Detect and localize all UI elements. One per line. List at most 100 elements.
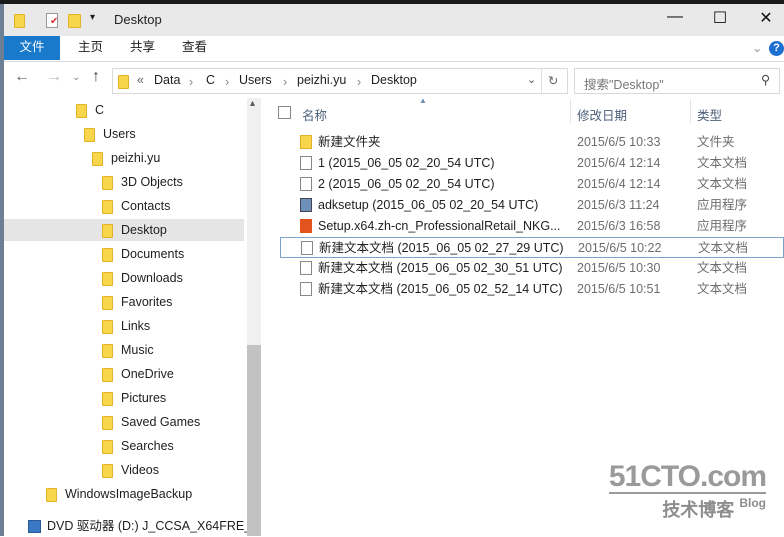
address-row: ← → ⌄ ↑ « Data › C › Users › peizhi.yu ›… xyxy=(4,62,784,96)
file-row[interactable]: 1 (2015_06_05 02_20_54 UTC) 2015/6/4 12:1… xyxy=(280,153,784,174)
file-date: 2015/6/5 10:51 xyxy=(577,282,661,296)
breadcrumb-desktop[interactable]: Desktop xyxy=(371,73,417,87)
file-date: 2015/6/5 10:22 xyxy=(578,241,662,255)
nav-item-users[interactable]: Users xyxy=(84,123,136,145)
title-bar: ✔ ▾ Desktop — ☐ ✕ xyxy=(4,4,784,36)
sort-ascending-icon: ▲ xyxy=(419,96,427,105)
folder-icon xyxy=(118,74,129,89)
tab-view[interactable]: 查看 xyxy=(168,36,221,60)
tab-file[interactable]: 文件 xyxy=(4,36,60,60)
nav-item-videos[interactable]: Videos xyxy=(102,459,159,481)
file-name: 新建文本文档 (2015_06_05 02_52_14 UTC) xyxy=(318,282,563,296)
file-row[interactable]: Setup.x64.zh-cn_ProfessionalRetail_NKG..… xyxy=(280,216,784,237)
file-name: 新建文件夹 xyxy=(318,135,381,149)
minimize-button[interactable]: — xyxy=(655,8,695,32)
file-type: 应用程序 xyxy=(697,198,748,212)
properties-icon[interactable]: ✔ xyxy=(46,13,58,28)
column-header-name[interactable]: 名称 xyxy=(302,105,327,124)
file-date: 2015/6/5 10:33 xyxy=(577,135,661,149)
tab-home[interactable]: 主页 xyxy=(64,36,117,60)
nav-item-links[interactable]: Links xyxy=(102,315,150,337)
search-icon[interactable]: ⚲ xyxy=(761,72,770,87)
doc-icon xyxy=(300,177,312,191)
file-type: 文本文档 xyxy=(697,261,748,275)
breadcrumb-peizhi[interactable]: peizhi.yu xyxy=(297,73,346,87)
nav-item-pictures[interactable]: Pictures xyxy=(102,387,166,409)
nav-item-c[interactable]: C xyxy=(76,99,104,121)
nav-item-documents[interactable]: Documents xyxy=(102,243,184,265)
navigation-pane: C Users peizhi.yu 3D Objects Contacts De… xyxy=(4,98,259,536)
close-button[interactable]: ✕ xyxy=(746,8,784,32)
doc-icon xyxy=(300,282,312,296)
recent-locations-icon[interactable]: ⌄ xyxy=(72,72,80,83)
back-button[interactable]: ← xyxy=(14,68,30,86)
file-type: 文本文档 xyxy=(697,282,748,296)
breadcrumb-overflow[interactable]: « xyxy=(137,73,144,87)
file-type: 文本文档 xyxy=(697,156,748,170)
doc-icon xyxy=(300,261,312,275)
nav-item-favorites[interactable]: Favorites xyxy=(102,291,172,313)
customize-dropdown-icon[interactable]: ▾ xyxy=(90,12,95,23)
nav-item-3d-objects[interactable]: 3D Objects xyxy=(102,171,183,193)
nav-scrollbar-thumb[interactable] xyxy=(247,345,261,536)
file-type: 文本文档 xyxy=(698,241,749,255)
tab-share[interactable]: 共享 xyxy=(116,36,169,60)
file-date: 2015/6/4 12:14 xyxy=(577,177,661,191)
refresh-icon[interactable]: ↻ xyxy=(548,73,558,88)
nav-item-onedrive[interactable]: OneDrive xyxy=(102,363,174,385)
doc-icon xyxy=(301,241,313,255)
file-row[interactable]: adksetup (2015_06_05 02_20_54 UTC) 2015/6… xyxy=(280,195,784,216)
up-button[interactable]: ↑ xyxy=(92,68,100,86)
breadcrumb-c[interactable]: C xyxy=(206,73,215,87)
file-row[interactable]: 新建文本文档 (2015_06_05 02_27_29 UTC) 2015/6/5… xyxy=(280,237,784,258)
file-row[interactable]: 新建文本文档 (2015_06_05 02_52_14 UTC) 2015/6/5… xyxy=(280,279,784,300)
select-all-checkbox[interactable] xyxy=(278,106,291,119)
file-row[interactable]: 新建文件夹 2015/6/5 10:33 文件夹 xyxy=(280,132,784,153)
file-name: 1 (2015_06_05 02_20_54 UTC) xyxy=(318,156,495,170)
nav-item-downloads[interactable]: Downloads xyxy=(102,267,183,289)
breadcrumb-users[interactable]: Users xyxy=(239,73,272,87)
nav-item-contacts[interactable]: Contacts xyxy=(102,195,170,217)
maximize-button[interactable]: ☐ xyxy=(700,8,740,32)
address-dropdown-icon[interactable]: ⌄ xyxy=(527,73,536,86)
breadcrumb-data[interactable]: Data xyxy=(154,73,180,87)
scroll-up-icon[interactable]: ▴ xyxy=(250,98,255,109)
file-name: 新建文本文档 (2015_06_05 02_27_29 UTC) xyxy=(319,241,564,255)
column-header-type[interactable]: 类型 xyxy=(697,105,722,124)
nav-item-peizhi[interactable]: peizhi.yu xyxy=(92,147,160,169)
file-name: Setup.x64.zh-cn_ProfessionalRetail_NKG..… xyxy=(318,219,561,233)
doc-icon xyxy=(300,156,312,170)
file-name: 2 (2015_06_05 02_20_54 UTC) xyxy=(318,177,495,191)
forward-button[interactable]: → xyxy=(46,68,62,86)
search-box[interactable]: 搜索"Desktop" ⚲ xyxy=(574,68,780,94)
file-name: 新建文本文档 (2015_06_05 02_30_51 UTC) xyxy=(318,261,563,275)
ribbon: 文件 主页 共享 查看 ⌄ ? xyxy=(4,36,784,62)
file-row[interactable]: 新建文本文档 (2015_06_05 02_30_51 UTC) 2015/6/5… xyxy=(280,258,784,279)
file-type: 文件夹 xyxy=(697,135,735,149)
nav-item-windowsimagebackup[interactable]: WindowsImageBackup xyxy=(46,483,192,505)
nav-item-desktop[interactable]: Desktop xyxy=(4,219,244,241)
search-input[interactable]: 搜索"Desktop" xyxy=(584,74,664,93)
office-icon xyxy=(300,219,312,233)
nav-item-saved-games[interactable]: Saved Games xyxy=(102,411,200,433)
file-date: 2015/6/3 11:24 xyxy=(577,198,660,212)
address-bar[interactable]: « Data › C › Users › peizhi.yu › Desktop… xyxy=(112,68,568,94)
folder-icon xyxy=(300,135,312,149)
file-name: adksetup (2015_06_05 02_20_54 UTC) xyxy=(318,198,539,212)
column-header-date[interactable]: 修改日期 xyxy=(577,105,627,124)
file-type: 应用程序 xyxy=(697,219,748,233)
file-date: 2015/6/5 10:30 xyxy=(577,261,661,275)
folder-icon xyxy=(14,13,25,28)
help-icon[interactable]: ? xyxy=(769,41,784,56)
file-row[interactable]: 2 (2015_06_05 02_20_54 UTC) 2015/6/4 12:1… xyxy=(280,174,784,195)
dvd-drive-icon xyxy=(28,520,41,534)
nav-item-dvd-drive[interactable]: DVD 驱动器 (D:) J_CCSA_X64FRE_Z xyxy=(28,515,259,537)
nav-item-music[interactable]: Music xyxy=(102,339,154,361)
nav-item-searches[interactable]: Searches xyxy=(102,435,174,457)
file-date: 2015/6/4 12:14 xyxy=(577,156,661,170)
file-type: 文本文档 xyxy=(697,177,748,191)
installer-icon xyxy=(300,198,312,212)
new-folder-icon[interactable] xyxy=(68,13,81,28)
expand-ribbon-icon[interactable]: ⌄ xyxy=(752,40,762,55)
watermark-logo: 51CTO.com 技术博客 Blog xyxy=(608,460,767,520)
